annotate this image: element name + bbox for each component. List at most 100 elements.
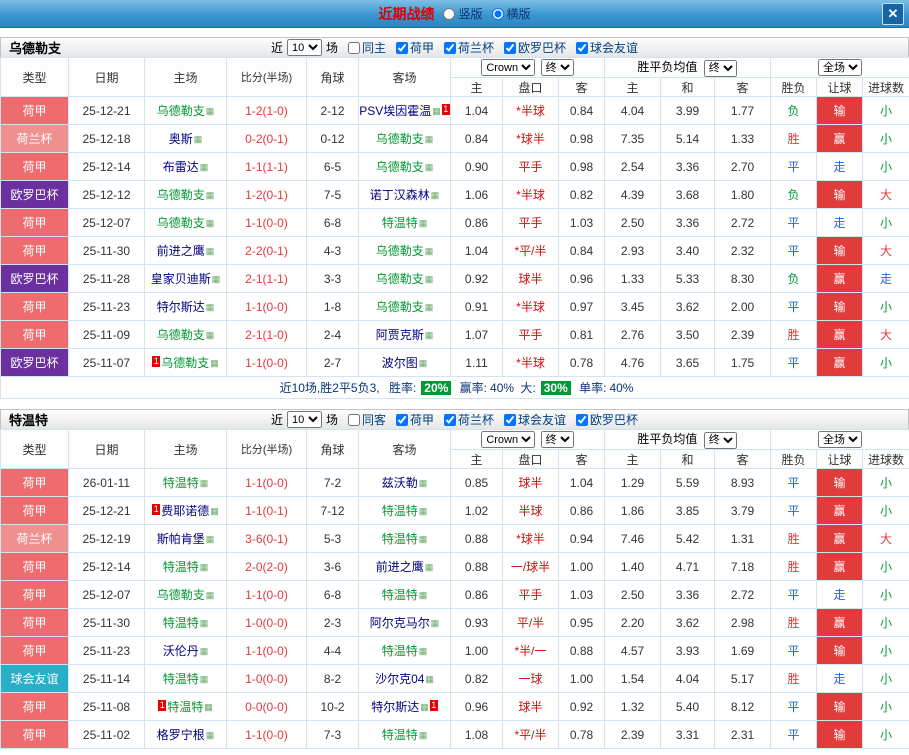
filter-europa-league[interactable]: 欧罗巴杯 bbox=[504, 39, 566, 56]
filter-same-home[interactable]: 同主 bbox=[348, 39, 386, 56]
team-analysis-icon[interactable] bbox=[203, 700, 213, 714]
away-team-link[interactable]: 特尔斯达 bbox=[371, 700, 419, 714]
home-team-link[interactable]: 特温特 bbox=[163, 672, 199, 686]
team-analysis-icon[interactable] bbox=[424, 560, 434, 574]
away-team-link[interactable]: 乌德勒支 bbox=[376, 300, 424, 314]
away-team-link[interactable]: 前进之鹰 bbox=[376, 560, 424, 574]
away-team-link[interactable]: 特温特 bbox=[382, 588, 418, 602]
eredivisie-checkbox[interactable] bbox=[396, 42, 408, 54]
close-button[interactable]: ✕ bbox=[882, 3, 904, 25]
home-team-link[interactable]: 特温特 bbox=[163, 560, 199, 574]
team-analysis-icon[interactable] bbox=[205, 216, 215, 230]
away-team-link[interactable]: 沙尔克04 bbox=[375, 672, 424, 686]
team-analysis-icon[interactable] bbox=[424, 244, 434, 258]
team-analysis-icon[interactable] bbox=[418, 356, 428, 370]
team-analysis-icon[interactable] bbox=[205, 532, 215, 546]
team-analysis-icon[interactable] bbox=[205, 728, 215, 742]
home-team-link[interactable]: 格罗宁根 bbox=[157, 728, 205, 742]
team-analysis-icon[interactable] bbox=[430, 616, 440, 630]
team-analysis-icon[interactable] bbox=[424, 160, 434, 174]
team-analysis-icon[interactable] bbox=[424, 328, 434, 342]
europa-league-checkbox[interactable] bbox=[504, 42, 516, 54]
home-team-link[interactable]: 斯帕肯堡 bbox=[157, 532, 205, 546]
knvb-cup-checkbox[interactable] bbox=[444, 414, 456, 426]
team-analysis-icon[interactable] bbox=[199, 560, 209, 574]
team-analysis-icon[interactable] bbox=[418, 216, 428, 230]
away-team-link[interactable]: 特温特 bbox=[382, 504, 418, 518]
home-team-link[interactable]: 特尔斯达 bbox=[157, 300, 205, 314]
home-team-link[interactable]: 皇家贝迪斯 bbox=[151, 272, 211, 286]
home-team-link[interactable]: 乌德勒支 bbox=[157, 588, 205, 602]
bookmaker-select[interactable]: Crown bbox=[481, 59, 535, 76]
vertical-radio[interactable] bbox=[443, 8, 455, 20]
home-team-link[interactable]: 特温特 bbox=[163, 616, 199, 630]
filter-knvb-cup[interactable]: 荷兰杯 bbox=[444, 39, 494, 56]
away-team-link[interactable]: 特温特 bbox=[382, 532, 418, 546]
home-team-link[interactable]: 乌德勒支 bbox=[157, 188, 205, 202]
odds-stage-select[interactable]: 终 bbox=[541, 59, 574, 76]
team-analysis-icon[interactable] bbox=[424, 272, 434, 286]
team-analysis-icon[interactable] bbox=[418, 644, 428, 658]
filter-eredivisie[interactable]: 荷甲 bbox=[396, 39, 434, 56]
avg-stage-select[interactable]: 终 bbox=[704, 60, 737, 77]
team-analysis-icon[interactable] bbox=[418, 588, 428, 602]
europa-league-checkbox[interactable] bbox=[576, 414, 588, 426]
team-analysis-icon[interactable] bbox=[418, 476, 428, 490]
team-analysis-icon[interactable] bbox=[430, 188, 440, 202]
away-team-link[interactable]: 特温特 bbox=[382, 216, 418, 230]
away-team-link[interactable]: 阿贾克斯 bbox=[376, 328, 424, 342]
away-team-link[interactable]: 乌德勒支 bbox=[376, 244, 424, 258]
horizontal-radio[interactable] bbox=[492, 8, 504, 20]
team-analysis-icon[interactable] bbox=[209, 504, 219, 518]
team-analysis-icon[interactable] bbox=[205, 104, 215, 118]
same-home-checkbox[interactable] bbox=[348, 42, 360, 54]
filter-europa-league[interactable]: 欧罗巴杯 bbox=[576, 411, 638, 428]
team-analysis-icon[interactable] bbox=[205, 300, 215, 314]
team-analysis-icon[interactable] bbox=[418, 504, 428, 518]
home-team-link[interactable]: 费耶诺德 bbox=[161, 504, 209, 518]
filter-knvb-cup[interactable]: 荷兰杯 bbox=[444, 411, 494, 428]
team-analysis-icon[interactable] bbox=[205, 244, 215, 258]
club-friendly-checkbox[interactable] bbox=[576, 42, 588, 54]
team-analysis-icon[interactable] bbox=[205, 188, 215, 202]
team-analysis-icon[interactable] bbox=[205, 588, 215, 602]
filter-same-away[interactable]: 同客 bbox=[348, 411, 386, 428]
team-analysis-icon[interactable] bbox=[424, 300, 434, 314]
away-team-link[interactable]: 特温特 bbox=[382, 644, 418, 658]
home-team-link[interactable]: 沃伦丹 bbox=[163, 644, 199, 658]
match-count-select[interactable]: 10 bbox=[287, 39, 322, 56]
view-vertical-option[interactable]: 竖版 bbox=[443, 5, 482, 22]
home-team-link[interactable]: 特温特 bbox=[163, 476, 199, 490]
same-away-checkbox[interactable] bbox=[348, 414, 360, 426]
away-team-link[interactable]: PSV埃因霍温 bbox=[359, 104, 431, 118]
team-analysis-icon[interactable] bbox=[424, 672, 434, 686]
home-team-link[interactable]: 布雷达 bbox=[163, 160, 199, 174]
team-analysis-icon[interactable] bbox=[424, 132, 434, 146]
team-analysis-icon[interactable] bbox=[199, 160, 209, 174]
eredivisie-checkbox[interactable] bbox=[396, 414, 408, 426]
away-team-link[interactable]: 阿尔克马尔 bbox=[370, 616, 430, 630]
team-analysis-icon[interactable] bbox=[199, 644, 209, 658]
odds-stage-select[interactable]: 终 bbox=[541, 431, 574, 448]
view-horizontal-option[interactable]: 横版 bbox=[492, 5, 531, 22]
match-scope-select[interactable]: 全场 bbox=[818, 59, 862, 76]
match-scope-select[interactable]: 全场 bbox=[818, 431, 862, 448]
away-team-link[interactable]: 兹沃勒 bbox=[382, 476, 418, 490]
away-team-link[interactable]: 波尔图 bbox=[382, 356, 418, 370]
knvb-cup-checkbox[interactable] bbox=[444, 42, 456, 54]
team-analysis-icon[interactable] bbox=[193, 132, 203, 146]
bookmaker-select[interactable]: Crown bbox=[481, 431, 535, 448]
match-count-select[interactable]: 10 bbox=[287, 411, 322, 428]
home-team-link[interactable]: 乌德勒支 bbox=[157, 216, 205, 230]
home-team-link[interactable]: 乌德勒支 bbox=[157, 104, 205, 118]
team-analysis-icon[interactable] bbox=[418, 728, 428, 742]
team-analysis-icon[interactable] bbox=[418, 532, 428, 546]
away-team-link[interactable]: 乌德勒支 bbox=[376, 160, 424, 174]
home-team-link[interactable]: 特温特 bbox=[167, 700, 203, 714]
away-team-link[interactable]: 诺丁汉森林 bbox=[370, 188, 430, 202]
home-team-link[interactable]: 乌德勒支 bbox=[161, 356, 209, 370]
home-team-link[interactable]: 乌德勒支 bbox=[157, 328, 205, 342]
away-team-link[interactable]: 乌德勒支 bbox=[376, 272, 424, 286]
team-analysis-icon[interactable] bbox=[211, 272, 221, 286]
filter-club-friendly[interactable]: 球会友谊 bbox=[504, 411, 566, 428]
